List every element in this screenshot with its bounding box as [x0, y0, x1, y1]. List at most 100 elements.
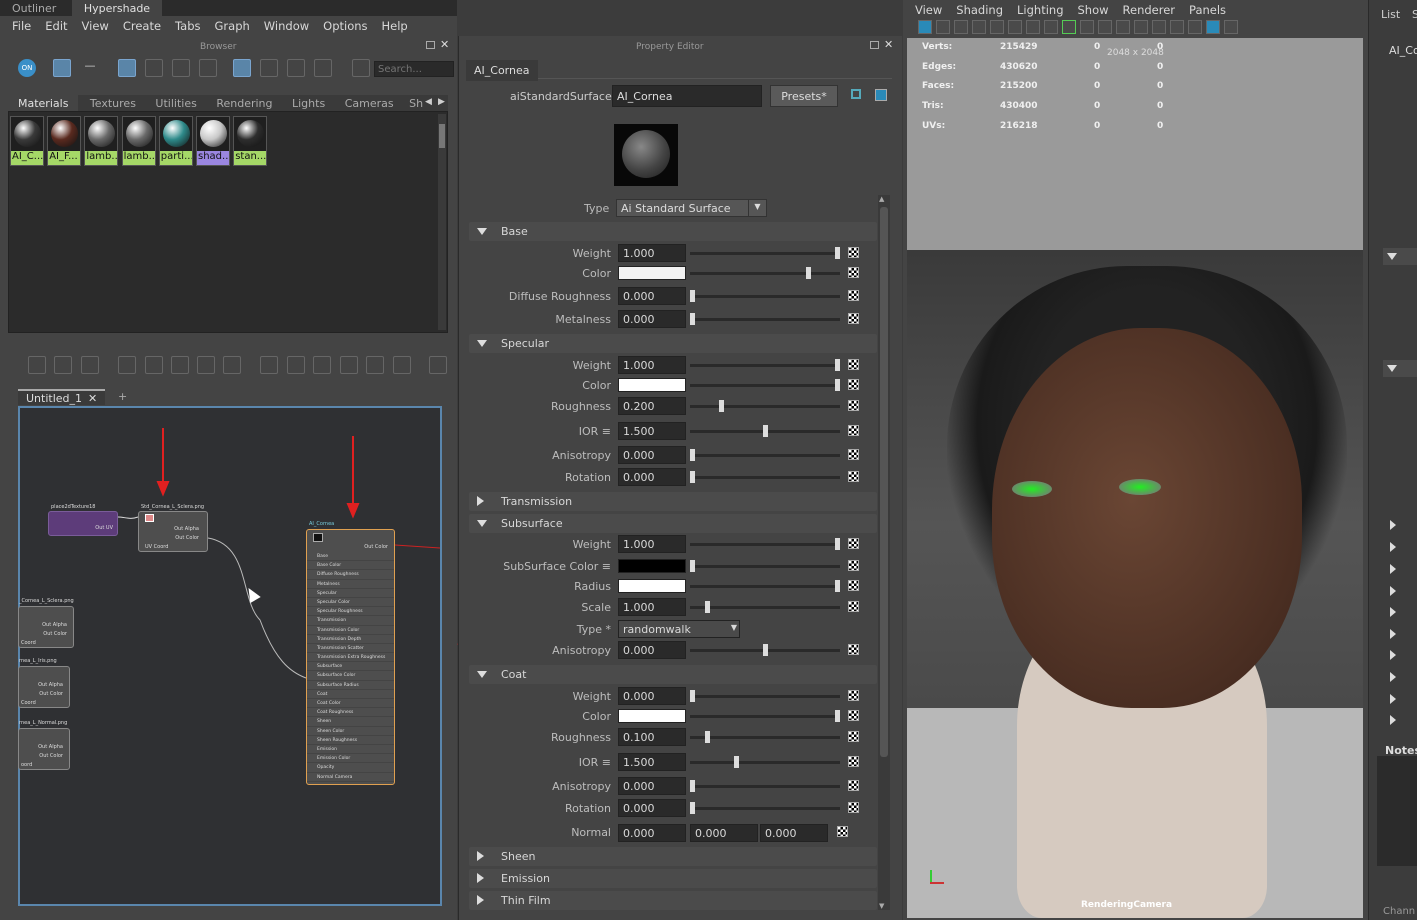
wireframe-icon[interactable]	[1080, 20, 1094, 34]
property-slider[interactable]	[690, 756, 840, 768]
expand-triangle-icon[interactable]	[1390, 586, 1396, 596]
display-icon[interactable]	[1224, 20, 1238, 34]
property-value-field[interactable]: 0.200	[618, 397, 686, 415]
map-button-icon[interactable]	[848, 802, 859, 813]
property-slider[interactable]	[690, 690, 840, 702]
slider-handle[interactable]	[690, 290, 695, 302]
map-button-icon[interactable]	[848, 471, 859, 482]
show-attributes-icon[interactable]	[875, 89, 887, 101]
property-slider[interactable]	[690, 359, 840, 371]
property-slider[interactable]	[690, 449, 840, 461]
slider-handle[interactable]	[835, 359, 840, 371]
map-button-icon[interactable]	[848, 247, 859, 258]
pe-float-icon[interactable]	[870, 41, 879, 49]
property-value-field[interactable]: 0.000	[618, 641, 686, 659]
pe-scrollbar[interactable]: ▲ ▼	[878, 195, 890, 910]
pe-close-icon[interactable]: ✕	[884, 38, 893, 51]
map-button-icon[interactable]	[848, 644, 859, 655]
property-slider[interactable]	[690, 560, 840, 572]
vp-menu-shading[interactable]: Shading	[956, 3, 1003, 17]
vp-menu-renderer[interactable]: Renderer	[1123, 3, 1176, 17]
property-slider[interactable]	[690, 400, 840, 412]
notes-field[interactable]	[1377, 756, 1417, 866]
color-swatch[interactable]	[618, 266, 686, 280]
xray-icon[interactable]	[1170, 20, 1184, 34]
map-button-icon[interactable]	[848, 690, 859, 701]
tab-list[interactable]: List	[1381, 8, 1400, 21]
image-plane-icon[interactable]	[972, 20, 986, 34]
bookmark-icon[interactable]	[954, 20, 968, 34]
slider-handle[interactable]	[704, 601, 710, 613]
map-button-icon[interactable]	[837, 826, 848, 837]
lights-icon[interactable]	[1134, 20, 1148, 34]
grid-toggle-icon[interactable]	[1026, 20, 1040, 34]
expand-triangle-icon[interactable]	[1390, 715, 1396, 725]
property-dropdown[interactable]: randomwalk ▼	[618, 620, 740, 638]
vp-menu-lighting[interactable]: Lighting	[1017, 3, 1063, 17]
slider-handle[interactable]	[762, 425, 768, 437]
slider-handle[interactable]	[835, 710, 840, 722]
property-slider[interactable]	[690, 580, 840, 592]
property-slider[interactable]	[690, 538, 840, 550]
smooth-shade-icon[interactable]	[1098, 20, 1112, 34]
shadows-icon[interactable]	[1152, 20, 1166, 34]
viewport-canvas[interactable]	[907, 38, 1363, 918]
presets-button[interactable]: Presets*	[770, 85, 838, 107]
node-name-field[interactable]: AI_Cornea	[612, 85, 762, 107]
expand-triangle-icon[interactable]	[1390, 650, 1396, 660]
property-value-field[interactable]: 1.000	[618, 598, 686, 616]
normal-x-field[interactable]: 0.000	[618, 824, 686, 842]
map-button-icon[interactable]	[848, 710, 859, 721]
slider-handle[interactable]	[690, 690, 695, 702]
collapse-triangle-icon[interactable]	[1387, 365, 1397, 372]
property-slider[interactable]	[690, 379, 840, 391]
slider-handle[interactable]	[690, 802, 695, 814]
slider-handle[interactable]	[835, 379, 840, 391]
slider-handle[interactable]	[690, 449, 695, 461]
section-sheen[interactable]: Sheen	[469, 847, 877, 866]
map-button-icon[interactable]	[848, 780, 859, 791]
normal-y-field[interactable]: 0.000	[690, 824, 758, 842]
map-button-icon[interactable]	[848, 359, 859, 370]
section-specular[interactable]: Specular	[469, 334, 877, 353]
property-slider[interactable]	[690, 802, 840, 814]
slider-handle[interactable]	[835, 538, 840, 550]
property-slider[interactable]	[690, 247, 840, 259]
property-value-field[interactable]: 0.000	[618, 468, 686, 486]
property-value-field[interactable]: 1.000	[618, 244, 686, 262]
map-button-icon[interactable]	[848, 400, 859, 411]
2d-pan-icon[interactable]	[990, 20, 1004, 34]
property-value-field[interactable]: 0.000	[618, 777, 686, 795]
color-swatch[interactable]	[618, 579, 686, 593]
cube-icon[interactable]	[1206, 20, 1220, 34]
color-swatch[interactable]	[618, 559, 686, 573]
copy-tab-icon[interactable]	[851, 89, 861, 99]
scroll-down-icon[interactable]: ▼	[879, 902, 884, 910]
property-slider[interactable]	[690, 313, 840, 325]
slider-handle[interactable]	[690, 313, 695, 325]
map-button-icon[interactable]	[848, 580, 859, 591]
property-value-field[interactable]: 1.000	[618, 535, 686, 553]
camera-attributes-icon[interactable]	[936, 20, 950, 34]
film-gate-icon[interactable]	[1044, 20, 1058, 34]
slider-handle[interactable]	[835, 580, 840, 592]
map-button-icon[interactable]	[848, 290, 859, 301]
map-button-icon[interactable]	[848, 756, 859, 767]
property-value-field[interactable]: 0.000	[618, 446, 686, 464]
section-transmission[interactable]: Transmission	[469, 492, 877, 511]
property-slider[interactable]	[690, 601, 840, 613]
property-value-field[interactable]: 0.000	[618, 687, 686, 705]
isolate-icon[interactable]	[1188, 20, 1202, 34]
property-slider[interactable]	[690, 425, 840, 437]
color-swatch[interactable]	[618, 709, 686, 723]
collapse-triangle-icon[interactable]	[1387, 253, 1397, 260]
slider-handle[interactable]	[704, 731, 710, 743]
expand-triangle-icon[interactable]	[1390, 672, 1396, 682]
property-value-field[interactable]: 0.100	[618, 728, 686, 746]
map-button-icon[interactable]	[848, 560, 859, 571]
section-coat[interactable]: Coat	[469, 665, 877, 684]
map-button-icon[interactable]	[848, 601, 859, 612]
property-slider[interactable]	[690, 731, 840, 743]
property-slider[interactable]	[690, 290, 840, 302]
property-value-field[interactable]: 1.500	[618, 422, 686, 440]
